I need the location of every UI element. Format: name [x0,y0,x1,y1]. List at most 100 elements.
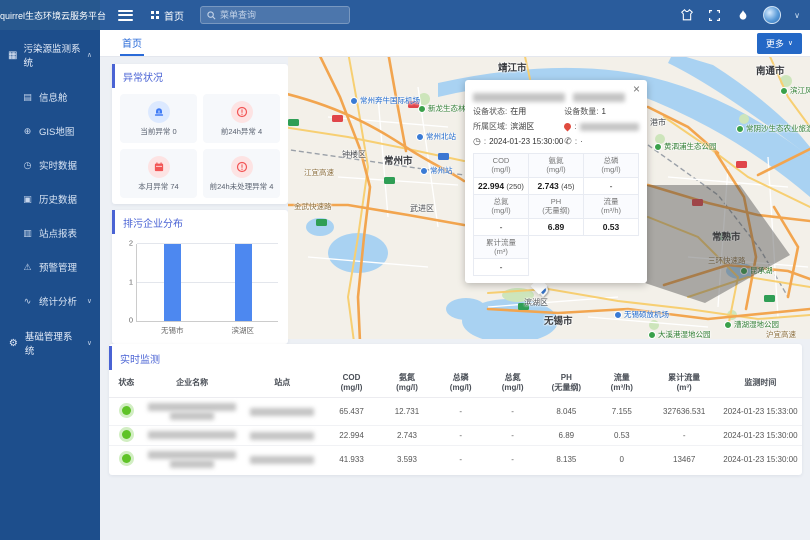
map-label: 沪宜高速 [766,329,796,339]
panel-title-distribution: 排污企业分布 [112,210,288,234]
tab-home[interactable]: 首页 [120,30,144,56]
poi-blue-marker-icon [416,133,424,141]
sidebar-item-label: 统计分析 [39,294,77,308]
breadcrumb[interactable]: 首页 [151,8,184,23]
realtime-monitor-panel: 实时监测 状态 企业名称 站点 COD(mg/l) 氨氮(mg/l) 总磷(mg… [109,344,802,475]
sidebar-item-stat-analysis[interactable]: ∿ 统计分析 ∨ [0,284,100,318]
menu-search[interactable] [200,6,350,24]
table-cell: 8.045 [539,397,594,425]
clock-icon: ◷ [473,136,481,147]
sidebar-section-label: 污染源监测系统 [23,41,80,69]
popup-title-redacted [473,89,639,101]
sidebar-item-history-data[interactable]: ▣ 历史数据 [0,182,100,216]
map-label: 港市 [650,117,666,128]
poi-green-marker-icon [724,321,732,329]
table-cell: 2024-01-23 15:30:00 [719,445,802,473]
tab-bar: 首页 更多 ∨ [100,30,810,57]
sidebar-item-gis-map[interactable]: ⊕ GIS地图 [0,114,100,148]
table-cell: 65.437 [324,397,379,425]
enterprise-distribution-panel: 排污企业分布 012无锡市滨湖区 [112,210,288,344]
hamburger-menu-icon[interactable] [118,10,133,21]
more-label: 更多 [766,37,784,50]
close-icon[interactable]: × [633,83,640,95]
map-label: 昆承湖 [740,265,773,276]
sidebar-section-label: 基础管理系统 [25,329,81,357]
top-header: Squirrel生态环境云服务平台 首页 ∨ [0,0,810,30]
user-menu-caret-icon[interactable]: ∨ [794,11,800,20]
y-axis-tick: 1 [129,277,133,286]
user-avatar[interactable] [763,6,781,24]
sidebar-item-station-report[interactable]: ▥ 站点报表 [0,216,100,250]
table-cell: 0.53 [594,425,649,445]
map-label: 金武快速路 [294,201,332,212]
stat-card-prev24h-abnormal[interactable]: 前24h异常 4 [203,94,280,143]
stat-card-prev24h-unhandled[interactable]: 前24h未处理异常 4 [203,149,280,198]
bar-无锡市 [164,244,181,321]
siren-icon [148,101,170,123]
stat-label: 当前异常 0 [140,126,176,137]
stat-label: 前24h未处理异常 4 [210,181,274,192]
chevron-down-icon: ∨ [87,297,92,305]
panel-title-monitor: 实时监测 [109,346,802,370]
y-axis-tick: 2 [129,239,133,248]
abnormal-status-panel: 异常状况 当前异常 0 前24h异常 4 [112,64,288,204]
map-label: 黄泗浦生态公园 [654,141,717,152]
search-input[interactable] [220,10,343,20]
chevron-down-icon: ∨ [87,339,92,347]
stat-card-current-abnormal[interactable]: 当前异常 0 [120,94,197,143]
sidebar-section-base-mgmt[interactable]: ⚙ 基础管理系统 ∨ [0,318,100,368]
monitor-system-icon: ▦ [8,50,17,61]
device-status-label: 设备状态: [473,106,507,117]
sidebar-item-realtime-data[interactable]: ◷ 实时数据 [0,148,100,182]
sidebar-item-label: GIS地图 [39,124,74,138]
main-content: 异常状况 当前异常 0 前24h异常 4 [100,57,810,540]
device-count-value: 1 [602,107,606,116]
map-label: 靖江市 [498,60,527,74]
panel-title-abnormal: 异常状况 [112,64,288,88]
sidebar-item-label: 实时数据 [39,158,77,172]
table-cell: 3.593 [379,445,434,473]
sidebar-item-label: 站点报表 [39,226,77,240]
exclamation-circle-icon [231,156,253,178]
clock-icon: ◷ [22,160,33,171]
station-name-redacted [241,425,324,445]
app-window: Squirrel生态环境云服务平台 首页 ∨ ▦ 污染源监 [0,0,810,540]
flame-icon[interactable] [735,8,750,23]
map-label: 滨江风光带 [780,85,810,96]
gis-map[interactable]: 靖江市南通市滨江风光带常州奔牛国际机场新龙生态林常州北站港市黄泗浦生态公园常阴沙… [288,57,810,339]
monitor-table-body: 65.43712.731--8.0457.155327636.5312024-0… [109,397,802,473]
monitor-table: 状态 企业名称 站点 COD(mg/l) 氨氮(mg/l) 总磷(mg/l) 总… [109,370,802,473]
poi-green-marker-icon [780,87,788,95]
table-row[interactable]: 41.9333.593--8.1350134672024-01-23 15:30… [109,445,802,473]
device-count-label: 设备数量: [564,106,598,117]
station-name-redacted [241,445,324,473]
stat-card-month-abnormal[interactable]: 本月异常 74 [120,149,197,198]
sidebar-item-info-cabin[interactable]: ▤ 信息舱 [0,80,100,114]
poi-green-marker-icon [418,105,426,113]
chevron-up-icon: ∧ [87,51,92,59]
table-cell: 22.994 [324,425,379,445]
more-button[interactable]: 更多 ∨ [757,33,802,54]
x-axis-label: 滨湖区 [232,325,255,336]
status-ok-dot [122,406,131,415]
map-label: 江宜高速 [304,167,334,178]
y-axis-tick: 0 [129,316,133,325]
warning-bell-icon: ⚠ [22,262,33,273]
region-value: 滨湖区 [510,121,534,132]
poi-green-marker-icon [648,331,656,339]
theme-skin-icon[interactable] [679,8,694,23]
bar-滨湖区 [235,244,252,321]
map-label: 南通市 [756,63,785,77]
sidebar-item-warning-mgmt[interactable]: ⚠ 预警管理 [0,250,100,284]
stat-label: 前24h异常 4 [221,126,262,137]
map-label: 无锡市 [544,313,573,327]
enterprise-name-redacted [144,445,241,473]
table-row[interactable]: 22.9942.743--6.890.53-2024-01-23 15:30:0… [109,425,802,445]
poi-green-marker-icon [654,143,662,151]
table-cell: 13467 [650,445,719,473]
table-cell: 12.731 [379,397,434,425]
region-label: 所属区域: [473,121,507,132]
sidebar-section-pollution-monitor[interactable]: ▦ 污染源监测系统 ∧ [0,30,100,80]
table-row[interactable]: 65.43712.731--8.0457.155327636.5312024-0… [109,397,802,425]
fullscreen-icon[interactable] [707,8,722,23]
